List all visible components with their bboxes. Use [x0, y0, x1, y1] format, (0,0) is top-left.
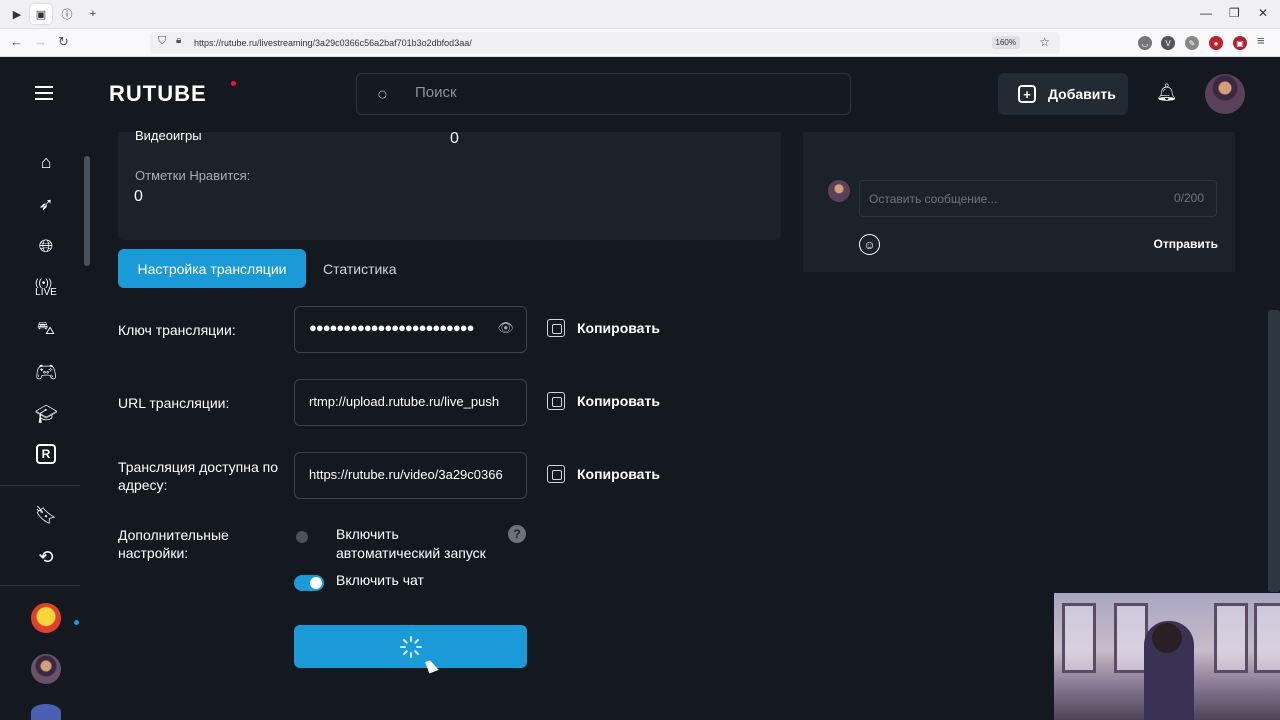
app-menu-icon[interactable]: ≡ — [1257, 33, 1265, 48]
rutube-r-icon[interactable]: R — [36, 444, 56, 464]
stream-address-input[interactable] — [309, 467, 512, 482]
forward-icon[interactable]: → — [34, 34, 47, 49]
bookmark-star-icon[interactable]: ☆ — [1039, 35, 1050, 49]
bell-icon[interactable]: 🔔︎ — [1156, 83, 1178, 103]
eye-off-icon[interactable]: 👁︎ — [497, 320, 514, 336]
page-scrollbar[interactable] — [1268, 310, 1280, 592]
subscription-avatar[interactable] — [31, 704, 61, 720]
site-header: RUTUBE ○ + Добавить 🔔︎ — [0, 57, 1280, 132]
graduation-cap-icon[interactable]: 🎓︎ — [34, 402, 58, 426]
history-icon[interactable]: ⟲ — [34, 545, 58, 569]
webcam-overlay — [1054, 593, 1280, 720]
close-window-icon[interactable]: ✕ — [1258, 6, 1268, 20]
stream-url-input[interactable] — [309, 394, 512, 409]
lock-icon[interactable]: 🔒︎ — [176, 35, 181, 46]
pocket-icon[interactable]: ◡ — [1138, 36, 1152, 50]
add-button[interactable]: + Добавить — [998, 73, 1128, 115]
search-box[interactable]: ○ — [356, 73, 851, 115]
stream-key-label: Ключ трансляции: — [118, 322, 236, 338]
search-icon[interactable]: ○ — [377, 84, 388, 105]
copy-label: Копировать — [577, 320, 660, 336]
new-tab-icon[interactable]: + — [82, 4, 104, 24]
category-label: Видеоигры — [135, 128, 202, 143]
logo[interactable]: RUTUBE — [109, 81, 207, 107]
stream-url-label: URL трансляции: — [118, 395, 230, 411]
autostart-label: Включить автоматический запуск — [336, 526, 486, 561]
chat-toggle[interactable] — [294, 575, 324, 591]
sidebar-scrollbar[interactable] — [82, 144, 92, 714]
url-text[interactable]: https://rutube.ru/livestreaming/3a29c036… — [194, 38, 472, 48]
help-icon[interactable]: ? — [508, 525, 526, 543]
back-icon[interactable]: ← — [10, 34, 23, 49]
home-icon[interactable]: ⌂ — [34, 150, 58, 174]
extension-badge-icon[interactable]: ▣ — [1233, 36, 1247, 50]
copy-label: Копировать — [577, 393, 660, 409]
browser-tab-rutube[interactable]: ▣ — [30, 4, 52, 24]
avatar[interactable] — [1205, 74, 1245, 114]
tab-info-icon[interactable]: ⓘ — [56, 4, 78, 24]
notification-dot — [74, 620, 79, 625]
chat-avatar — [828, 180, 850, 202]
copy-icon — [547, 465, 565, 483]
logo-dot — [231, 81, 236, 86]
minimize-icon[interactable]: — — [1200, 6, 1212, 20]
extension-icon[interactable]: ✎ — [1185, 36, 1199, 50]
copy-label: Копировать — [577, 466, 660, 482]
car-icon[interactable]: ⛍ — [34, 318, 58, 342]
sidebar-divider — [0, 585, 80, 586]
chat-message-input[interactable] — [869, 192, 1149, 206]
plus-icon: + — [1018, 85, 1036, 103]
loading-spinner-icon — [399, 635, 423, 659]
tab-stream-settings[interactable]: Настройка трансляции — [118, 249, 306, 288]
globe-icon[interactable]: 🌐︎ — [34, 234, 58, 258]
zoom-level[interactable]: 160% — [991, 36, 1020, 49]
copy-address-button[interactable]: Копировать — [547, 465, 660, 483]
tab-statistics[interactable]: Статистика — [323, 249, 397, 288]
sidebar: ⌂ ➶ 🌐︎ ((•)) LIVE ⛍ 🎮︎ 🎓︎ R 🔖︎ ⟲ — [0, 132, 92, 720]
extension-v-icon[interactable]: V — [1161, 36, 1175, 50]
subscription-avatar[interactable] — [31, 603, 61, 633]
autostart-toggle[interactable] — [294, 529, 324, 545]
tab-overview-icon[interactable]: ▶ — [6, 4, 28, 24]
bookmark-icon[interactable]: 🔖︎ — [34, 503, 58, 527]
copy-icon — [547, 319, 565, 337]
stream-key-value[interactable]: ●●●●●●●●●●●●●●●●●●●●●●●● — [309, 320, 499, 335]
subscription-avatar[interactable] — [31, 654, 61, 684]
shield-icon[interactable]: ⛉ — [158, 35, 166, 48]
menu-icon[interactable] — [35, 86, 53, 100]
rocket-icon[interactable]: ➶ — [34, 192, 58, 216]
stream-key-field[interactable]: ●●●●●●●●●●●●●●●●●●●●●●●● 👁︎ — [294, 306, 527, 353]
chat-char-counter: 0/200 — [1173, 191, 1204, 205]
gamepad-icon[interactable]: 🎮︎ — [34, 360, 58, 384]
search-input[interactable] — [415, 84, 815, 101]
extension-red-icon[interactable]: ● — [1209, 36, 1223, 50]
copy-url-button[interactable]: Копировать — [547, 392, 660, 410]
chat-toggle-label: Включить чат — [336, 572, 424, 588]
chat-panel: 0/200 ☺ Отправить — [803, 132, 1235, 272]
stats-panel: Видеоигры 0 Отметки Нравится: 0 — [118, 128, 781, 240]
send-button[interactable]: Отправить — [1154, 237, 1218, 251]
emoji-icon[interactable]: ☺ — [859, 234, 880, 255]
address-bar[interactable]: ⛉ 🔒︎ https://rutube.ru/livestreaming/3a2… — [150, 32, 1060, 54]
add-button-label: Добавить — [1048, 86, 1116, 102]
reload-icon[interactable]: ↻ — [58, 34, 69, 50]
likes-label: Отметки Нравится: — [135, 168, 251, 183]
restore-icon[interactable]: ❐ — [1229, 6, 1240, 20]
category-value: 0 — [450, 130, 459, 147]
browser-nav-bar: ← → ↻ ⛉ 🔒︎ https://rutube.ru/livestreami… — [0, 29, 1280, 57]
live-icon[interactable]: ((•)) LIVE — [34, 276, 58, 300]
stream-address-field[interactable] — [294, 452, 527, 499]
stream-address-label: Трансляция доступна по адресу: — [118, 459, 279, 493]
copy-icon — [547, 392, 565, 410]
save-button[interactable] — [294, 625, 527, 668]
extra-settings-label: Дополнительные настройки: — [118, 527, 229, 561]
likes-value: 0 — [134, 188, 143, 205]
stream-url-field[interactable] — [294, 379, 527, 426]
browser-tab-bar: ▶ ▣ ⓘ + — ❐ ✕ — [0, 0, 1280, 29]
chat-message-box[interactable]: 0/200 — [859, 180, 1217, 217]
sidebar-divider — [0, 485, 80, 486]
copy-key-button[interactable]: Копировать — [547, 319, 660, 337]
